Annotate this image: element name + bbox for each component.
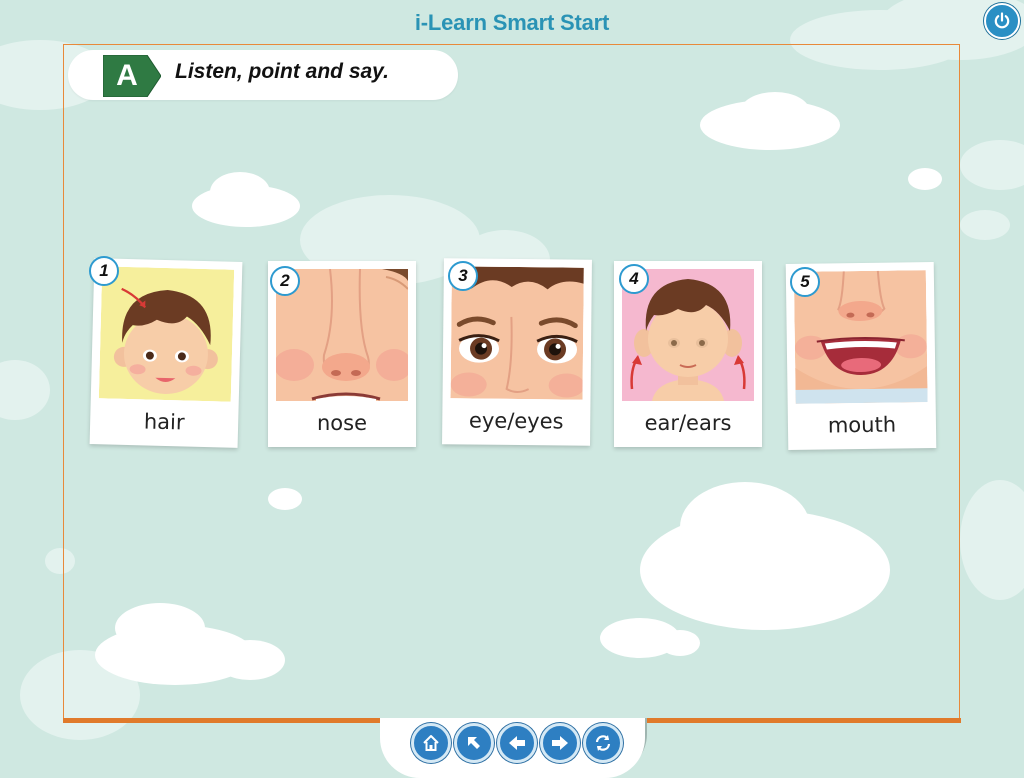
card-number-4: 4 [619,264,649,294]
card-number-5: 5 [790,267,820,297]
ears-label: ear/ears [644,411,732,435]
back-to-menu-button[interactable] [454,723,494,763]
eyes-label: eye/eyes [468,408,564,434]
previous-button[interactable] [497,723,537,763]
power-icon [994,12,1010,29]
activity-instruction: Listen, point and say. [175,60,389,83]
activity-badge-letter: A [116,59,138,92]
refresh-icon [595,735,611,751]
refresh-button[interactable] [583,723,623,763]
arrow-up-left-icon [468,737,480,749]
nose-label: nose [316,411,368,435]
next-button[interactable] [540,723,580,763]
home-icon [423,735,439,751]
home-button[interactable] [411,723,451,763]
arrow-right-icon [552,736,568,750]
hair-label: hair [143,409,185,435]
mouth-label: mouth [827,412,897,438]
arrow-left-icon [509,736,525,750]
card-hair[interactable]: hair [89,258,243,448]
card-number-1: 1 [89,256,119,286]
power-button[interactable] [984,3,1020,39]
app-title: i-Learn Smart Start [414,10,610,35]
card-number-2: 2 [270,266,300,296]
card-number-3: 3 [448,261,478,291]
hair-image [98,266,235,402]
